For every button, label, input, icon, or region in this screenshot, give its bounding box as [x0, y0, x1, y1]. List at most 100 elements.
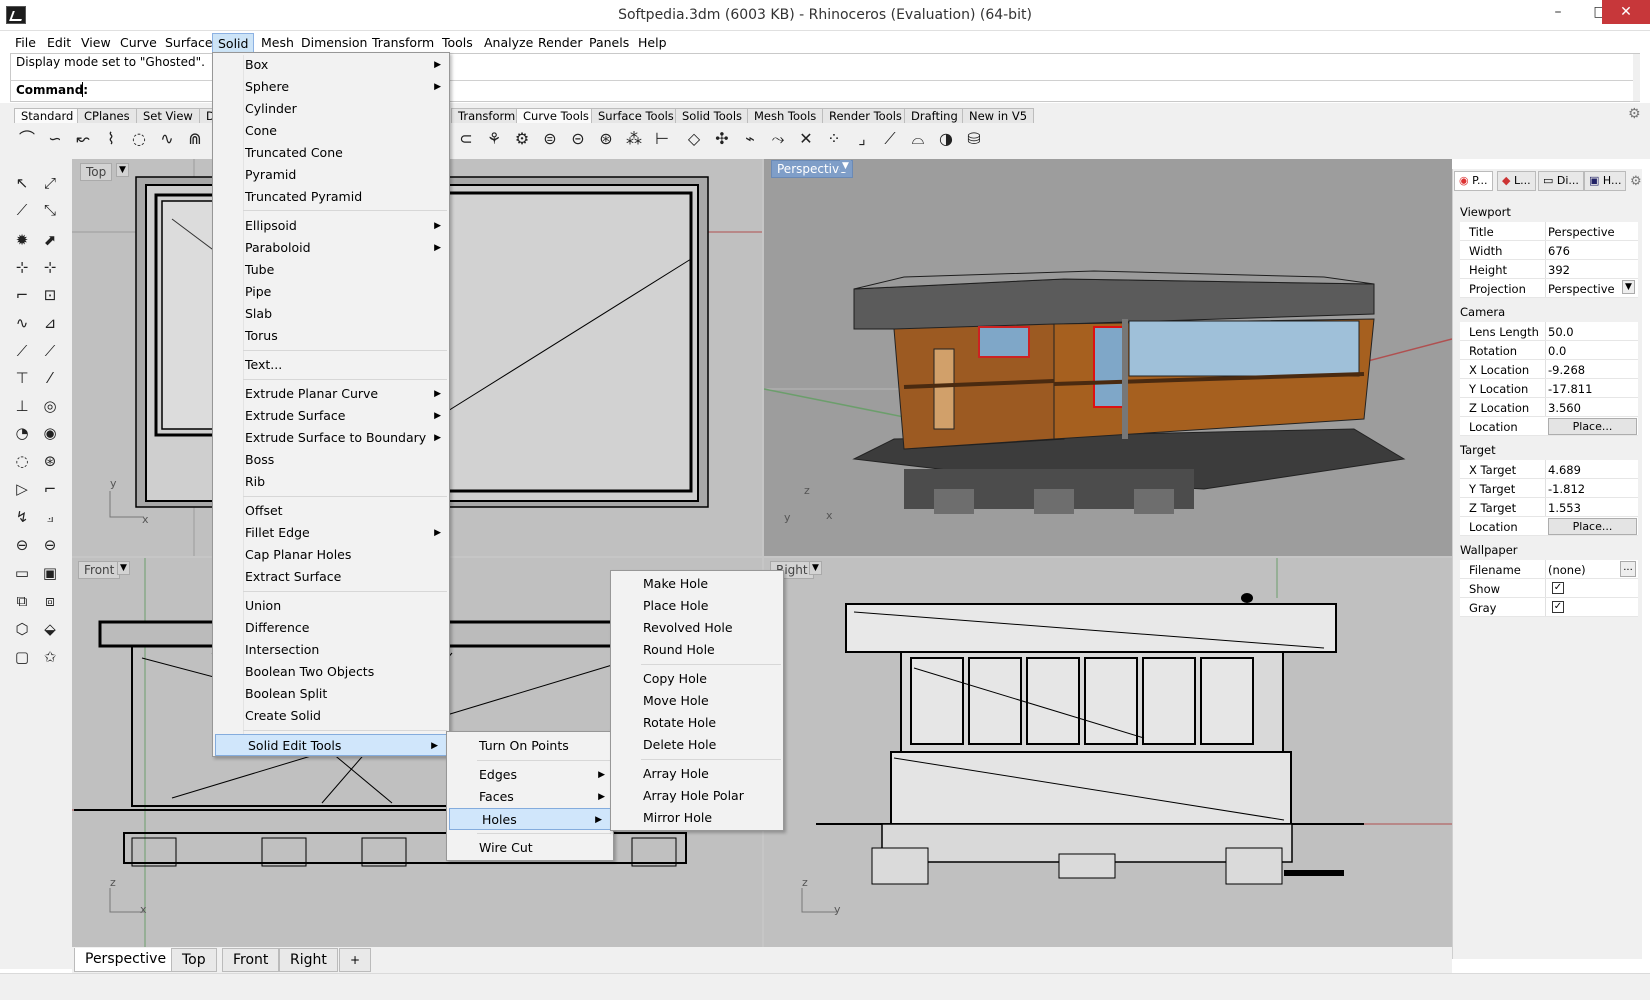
menu-tools[interactable]: Tools: [437, 33, 478, 53]
rectangle-icon[interactable]: ▣: [39, 562, 61, 584]
menu-item-extrude-surface-to-boundary[interactable]: Extrude Surface to Boundary ▶: [213, 427, 449, 449]
tab-surface-tools[interactable]: Surface Tools: [591, 108, 681, 123]
chevron-down-icon[interactable]: ▼: [117, 561, 130, 575]
circle-icon[interactable]: ◎: [39, 395, 61, 417]
curve-tool-icon[interactable]: ◑: [935, 128, 957, 150]
curve-tool-icon[interactable]: ⌁: [739, 128, 761, 150]
curve-tool-icon[interactable]: ∽: [44, 128, 66, 150]
menu-mesh[interactable]: Mesh: [256, 33, 299, 53]
curve-icon[interactable]: ⊹: [11, 256, 33, 278]
curve-tool-icon[interactable]: ⛁: [963, 128, 985, 150]
curve-tool-icon[interactable]: ↜: [72, 128, 94, 150]
curve-tool-icon[interactable]: ⚘: [483, 128, 505, 150]
curve-tool-icon[interactable]: ⌒: [16, 128, 38, 150]
curve-tool-icon[interactable]: ◇: [683, 128, 705, 150]
tab-display[interactable]: ▭ Di...: [1538, 171, 1584, 191]
menu-item-torus[interactable]: Torus: [213, 325, 449, 347]
prop-value[interactable]: 392: [1548, 263, 1570, 277]
arrow-icon[interactable]: ⬈: [39, 229, 61, 251]
curve-icon[interactable]: ⊤: [11, 367, 33, 389]
menu-item-truncated-pyramid[interactable]: Truncated Pyramid: [213, 186, 449, 208]
menu-item-revolved-hole[interactable]: Revolved Hole: [611, 617, 783, 639]
menu-view[interactable]: View: [76, 33, 116, 53]
menu-item-ellipsoid[interactable]: Ellipsoid ▶: [213, 215, 449, 237]
tab-top[interactable]: Top: [171, 948, 217, 972]
tab-layers[interactable]: ◆ L...: [1497, 171, 1536, 191]
menu-item-paraboloid[interactable]: Paraboloid ▶: [213, 237, 449, 259]
projection-select[interactable]: Perspective: [1548, 282, 1615, 296]
chevron-down-icon[interactable]: ▼: [1622, 280, 1635, 294]
curve-tool-icon[interactable]: ∿: [156, 128, 178, 150]
tab-help[interactable]: ▣ H...: [1584, 171, 1627, 191]
curve-tool-icon[interactable]: ⟋: [879, 128, 901, 150]
polygon-icon[interactable]: ▢: [11, 646, 33, 668]
ellipse-icon[interactable]: ⊖: [39, 534, 61, 556]
chevron-down-icon[interactable]: ▼: [116, 163, 129, 177]
menu-item-pyramid[interactable]: Pyramid: [213, 164, 449, 186]
menu-item-truncated-cone[interactable]: Truncated Cone: [213, 142, 449, 164]
curve-icon[interactable]: ⊿: [39, 312, 61, 334]
menu-render[interactable]: Render: [533, 33, 588, 53]
point-icon[interactable]: ⤢: [39, 172, 61, 194]
add-viewport-button[interactable]: +: [339, 948, 372, 972]
tab-cplanes[interactable]: CPlanes: [77, 108, 137, 123]
menu-transform[interactable]: Transform: [367, 33, 439, 53]
line-icon[interactable]: ⟋: [11, 340, 33, 362]
curve-tool-icon[interactable]: ⁘: [823, 128, 845, 150]
rectangle-icon[interactable]: ▭: [11, 562, 33, 584]
ellipse-icon[interactable]: ⊖: [11, 534, 33, 556]
polygon-icon[interactable]: ⬙: [39, 618, 61, 640]
menu-panels[interactable]: Panels: [584, 33, 634, 53]
menu-item-round-hole[interactable]: Round Hole: [611, 639, 783, 661]
menu-curve[interactable]: Curve: [115, 33, 162, 53]
app-icon[interactable]: [6, 6, 26, 24]
menu-item-rotate-hole[interactable]: Rotate Hole: [611, 712, 783, 734]
circle-icon[interactable]: ◔: [11, 422, 33, 444]
chevron-down-icon[interactable]: ▼: [809, 561, 822, 575]
menu-file[interactable]: File: [10, 33, 41, 53]
menu-item-solid-edit-tools[interactable]: Solid Edit Tools ▶: [215, 734, 447, 756]
prop-value[interactable]: 0.0: [1548, 344, 1566, 358]
tab-new-in-v5[interactable]: New in V5: [962, 108, 1035, 123]
menu-item-pipe[interactable]: Pipe: [213, 281, 449, 303]
curve-tool-icon[interactable]: ⊛: [595, 128, 617, 150]
menu-item-sphere[interactable]: Sphere ▶: [213, 76, 449, 98]
prop-value[interactable]: -1.812: [1548, 482, 1585, 496]
curve-tool-icon[interactable]: ✣: [711, 128, 733, 150]
curve-tool-icon[interactable]: ⁂: [623, 128, 645, 150]
command-scrollbar[interactable]: [1633, 54, 1640, 101]
close-button[interactable]: ✕: [1602, 0, 1650, 24]
prop-value[interactable]: 1.553: [1548, 501, 1581, 515]
circle-icon[interactable]: ◌: [11, 450, 33, 472]
tab-standard[interactable]: Standard: [14, 108, 81, 123]
menu-item-union[interactable]: Union: [213, 595, 449, 617]
place-camera-button[interactable]: Place...: [1548, 418, 1637, 435]
menu-item-cone[interactable]: Cone: [213, 120, 449, 142]
menu-item-offset[interactable]: Offset: [213, 500, 449, 522]
menu-item-delete-hole[interactable]: Delete Hole: [611, 734, 783, 756]
curve-icon[interactable]: ⌐: [39, 478, 61, 500]
viewport-label-top[interactable]: Top: [80, 163, 113, 181]
tab-set-view[interactable]: Set View: [136, 108, 200, 123]
menu-item-box[interactable]: Box ▶: [213, 54, 449, 76]
tab-perspective[interactable]: Perspective: [74, 948, 178, 972]
curve-icon[interactable]: ∿: [11, 312, 33, 334]
gray-checkbox[interactable]: ✓: [1552, 601, 1564, 613]
menu-dimension[interactable]: Dimension: [296, 33, 372, 53]
viewport-perspective[interactable]: Perspective ▼ z y x: [764, 159, 1452, 556]
line-icon[interactable]: ⟋: [39, 340, 61, 362]
prop-value[interactable]: -9.268: [1548, 363, 1585, 377]
menu-item-boolean-split[interactable]: Boolean Split: [213, 683, 449, 705]
gear-icon[interactable]: ✹: [11, 229, 33, 251]
curve-icon[interactable]: ⊥: [11, 395, 33, 417]
menu-item-extrude-surface[interactable]: Extrude Surface ▶: [213, 405, 449, 427]
minimize-button[interactable]: –: [1536, 0, 1580, 24]
menu-item-make-hole[interactable]: Make Hole: [611, 573, 783, 595]
curve-tool-icon[interactable]: ⌟: [851, 128, 873, 150]
curve-icon[interactable]: ▷: [11, 478, 33, 500]
tab-curve-tools[interactable]: Curve Tools: [516, 108, 596, 123]
curve-tool-icon[interactable]: ⊂: [455, 128, 477, 150]
line-icon[interactable]: ⤡: [39, 199, 61, 221]
place-target-button[interactable]: Place...: [1548, 518, 1637, 535]
curve-icon[interactable]: ⊡: [39, 284, 61, 306]
